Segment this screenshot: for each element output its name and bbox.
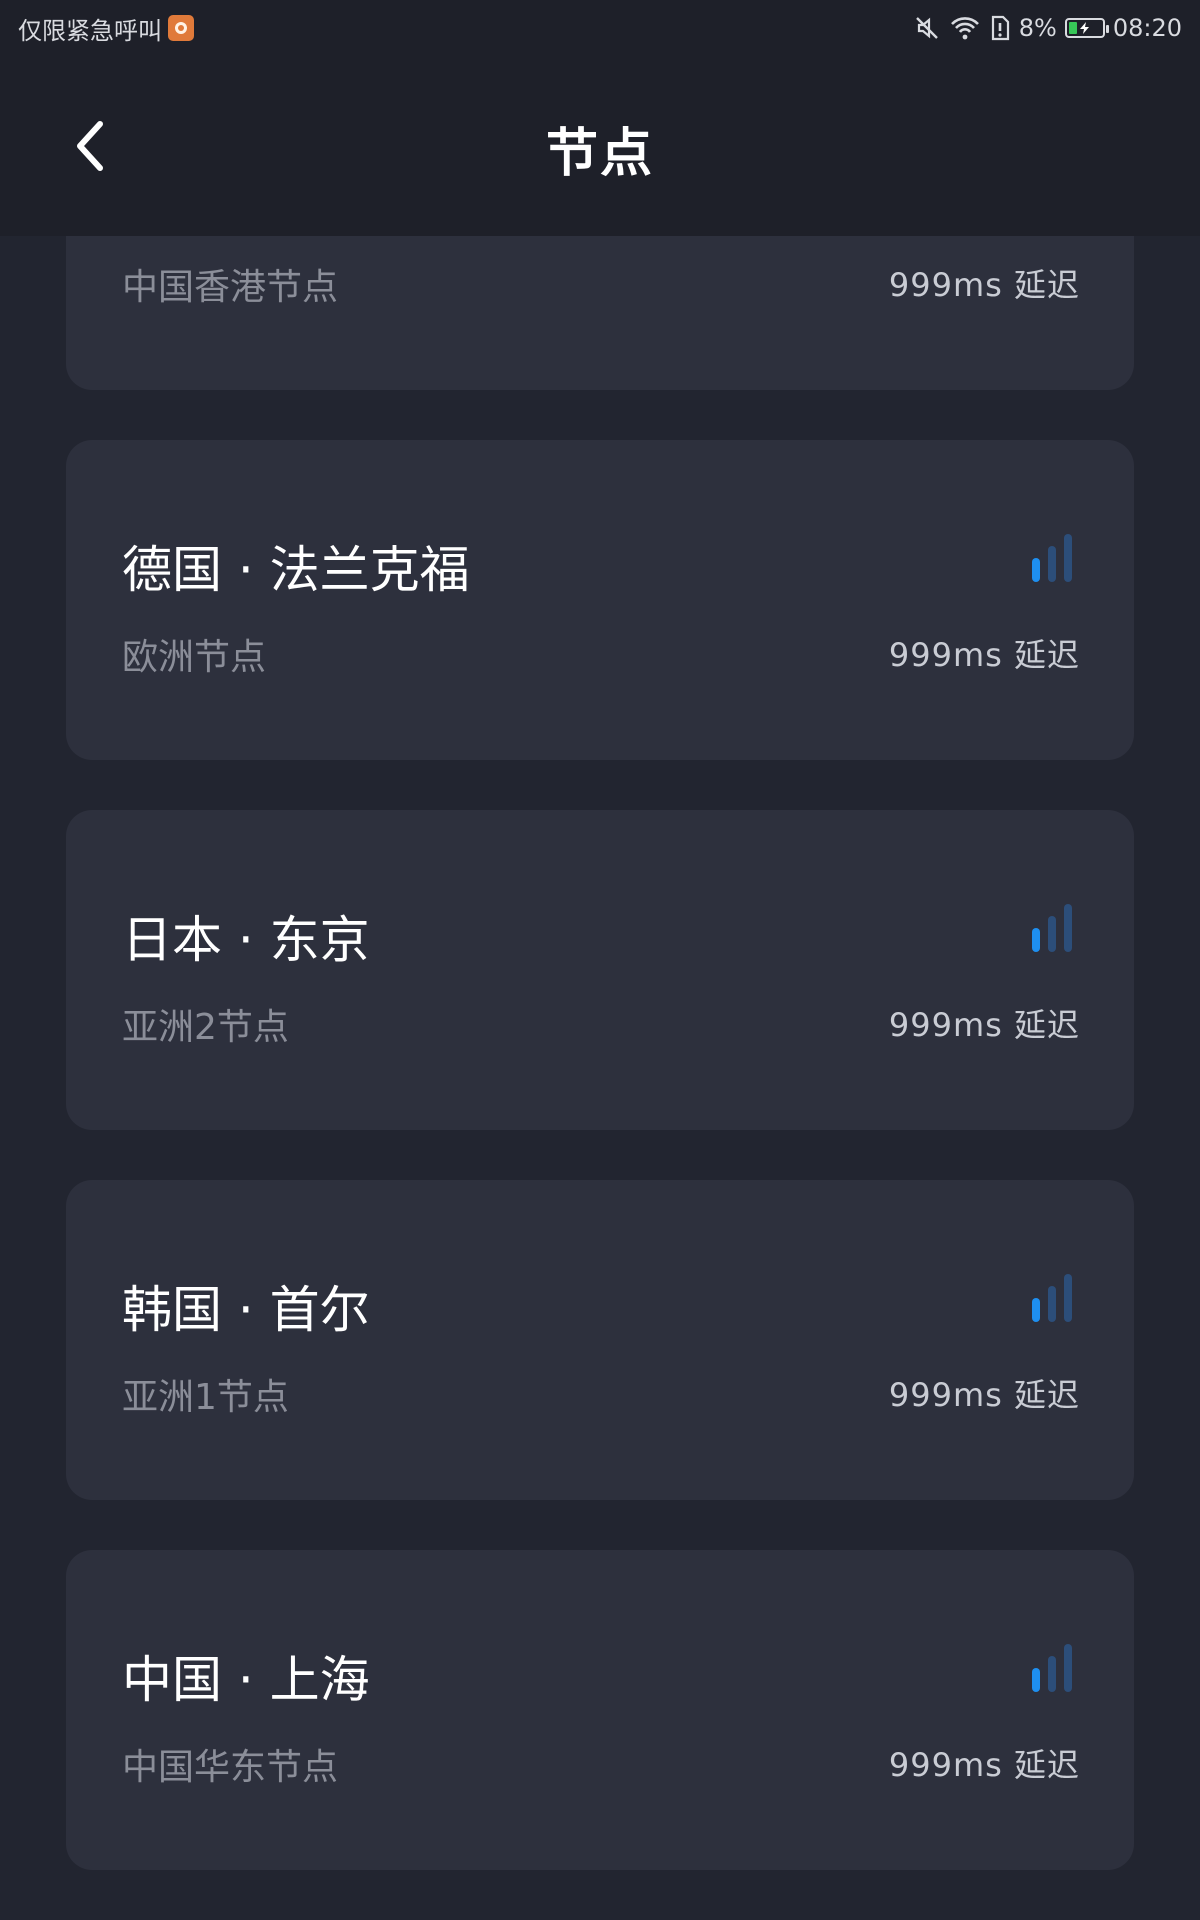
node-region: 中国华东节点	[122, 1747, 339, 1788]
signal-strength-icon	[1032, 534, 1072, 582]
wifi-icon	[949, 14, 981, 42]
status-bar: 仅限紧急呼叫 8% 08:20	[0, 0, 1200, 56]
node-latency: 999ms 延迟	[888, 266, 1080, 304]
node-name: 日本 · 东京	[122, 911, 370, 969]
node-card-shanghai[interactable]: 中国 · 上海 中国华东节点 999ms 延迟	[66, 1550, 1134, 1870]
node-card-frankfurt[interactable]: 德国 · 法兰克福 欧洲节点 999ms 延迟	[66, 440, 1134, 760]
status-right: 8% 08:20	[913, 14, 1182, 42]
clock: 08:20	[1112, 14, 1182, 42]
battery-fill	[1068, 22, 1077, 34]
node-name: 德国 · 法兰克福	[122, 541, 470, 599]
node-card-tokyo[interactable]: 日本 · 东京 亚洲2节点 999ms 延迟	[66, 810, 1134, 1130]
battery-percent: 8%	[1018, 14, 1057, 42]
node-name: 中国 · 上海	[122, 1651, 370, 1709]
signal-strength-icon	[1032, 1274, 1072, 1322]
notification-app-icon	[168, 15, 194, 41]
node-latency: 999ms 延迟	[888, 1376, 1080, 1414]
screen: 仅限紧急呼叫 8% 08:20 节点 中国香港节点 999ms 延迟 德国 · …	[0, 0, 1200, 1920]
node-region: 欧洲节点	[122, 637, 267, 678]
node-latency: 999ms 延迟	[888, 1006, 1080, 1044]
node-latency: 999ms 延迟	[888, 1746, 1080, 1784]
battery-icon	[1064, 18, 1109, 38]
app-header: 节点	[0, 56, 1200, 236]
node-region: 亚洲2节点	[122, 1007, 289, 1048]
mute-icon	[913, 14, 941, 42]
signal-strength-icon	[1032, 1644, 1072, 1692]
status-left: 仅限紧急呼叫	[18, 11, 194, 46]
node-card-seoul[interactable]: 韩国 · 首尔 亚洲1节点 999ms 延迟	[66, 1180, 1134, 1500]
node-name: 韩国 · 首尔	[122, 1281, 370, 1339]
emergency-calls-text: 仅限紧急呼叫	[18, 16, 162, 45]
signal-strength-icon	[1032, 904, 1072, 952]
node-region: 中国香港节点	[122, 267, 339, 308]
page-title: 节点	[545, 124, 654, 184]
node-region: 亚洲1节点	[122, 1377, 289, 1418]
node-latency: 999ms 延迟	[888, 636, 1080, 674]
sim-alert-icon	[989, 14, 1011, 42]
